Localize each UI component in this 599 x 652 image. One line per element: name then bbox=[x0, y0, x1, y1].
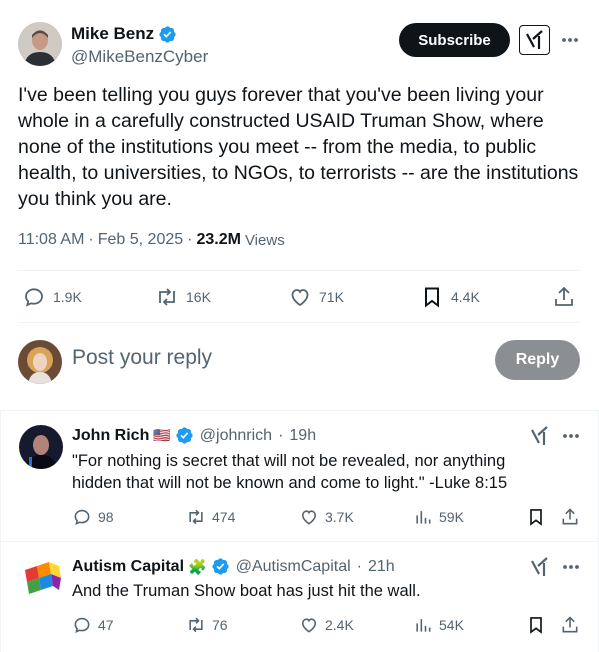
bookmark-icon bbox=[530, 617, 542, 634]
like-count: 3.7K bbox=[325, 509, 354, 525]
repost-icon bbox=[189, 509, 203, 525]
current-user-avatar bbox=[18, 340, 62, 384]
views-icon bbox=[416, 511, 431, 524]
share-action[interactable] bbox=[560, 507, 580, 527]
like-count: 71K bbox=[319, 289, 344, 305]
more-options-button[interactable] bbox=[560, 30, 580, 50]
like-count: 2.4K bbox=[325, 617, 354, 633]
reply-action[interactable]: 1.9K bbox=[22, 285, 82, 309]
reply-count: 1.9K bbox=[53, 289, 82, 305]
meta-separator: · bbox=[278, 426, 284, 444]
like-icon bbox=[301, 510, 317, 525]
bookmark-action[interactable]: 4.4K bbox=[420, 285, 480, 309]
repost-action[interactable]: 76 bbox=[186, 615, 228, 635]
verified-badge-icon bbox=[212, 558, 229, 575]
grok-button[interactable] bbox=[519, 25, 550, 55]
share-action[interactable] bbox=[552, 285, 576, 309]
like-icon bbox=[291, 289, 309, 307]
views-label: Views bbox=[244, 231, 285, 249]
share-icon bbox=[562, 508, 578, 525]
puzzle-emoji: 🧩 bbox=[188, 558, 207, 576]
repost-icon bbox=[159, 288, 175, 306]
tweet-date[interactable]: Feb 5, 2025 bbox=[98, 231, 183, 249]
reply-icon bbox=[74, 509, 90, 526]
author-name-text[interactable]: Mike Benz bbox=[71, 24, 154, 44]
reply-text: And the Truman Show boat has just hit th… bbox=[72, 582, 421, 600]
reply-handle[interactable]: @johnrich bbox=[200, 427, 272, 445]
reply-icon bbox=[25, 288, 43, 307]
reply-author-avatar[interactable] bbox=[19, 556, 63, 600]
bookmark-action[interactable] bbox=[526, 615, 546, 635]
reply-action[interactable]: 47 bbox=[72, 615, 114, 635]
meta-separator: · bbox=[88, 231, 94, 248]
views-action[interactable]: 59K bbox=[413, 507, 464, 527]
reply-author-name[interactable]: Autism Capital bbox=[72, 558, 184, 576]
reply-button[interactable]: Reply bbox=[495, 340, 580, 380]
reply-author-avatar[interactable] bbox=[19, 425, 63, 469]
repost-count: 16K bbox=[186, 289, 211, 305]
like-icon bbox=[301, 618, 317, 633]
repost-count: 474 bbox=[212, 509, 236, 525]
views-count: 54K bbox=[439, 617, 464, 633]
views-icon bbox=[416, 619, 431, 632]
reply-action[interactable]: 98 bbox=[72, 507, 114, 527]
tweet-text: I've been telling you guys forever that … bbox=[18, 84, 579, 210]
reply-text: "For nothing is secret that will not be … bbox=[72, 452, 508, 492]
bookmark-icon bbox=[425, 287, 439, 308]
verified-badge-icon bbox=[176, 427, 193, 444]
grok-icon bbox=[525, 30, 543, 49]
reply-tweet[interactable]: Autism Capital 🧩 @AutismCapital · 21h An… bbox=[0, 541, 599, 652]
subscribe-button[interactable]: Subscribe bbox=[399, 23, 510, 57]
grok-icon bbox=[531, 426, 548, 445]
views-action[interactable]: 54K bbox=[413, 615, 464, 635]
divider bbox=[18, 322, 581, 323]
main-tweet: Mike Benz @MikeBenzCyber Subscribe I've … bbox=[0, 0, 599, 410]
repost-action[interactable]: 16K bbox=[155, 285, 211, 309]
more-options-button[interactable] bbox=[561, 426, 581, 446]
repost-action[interactable]: 474 bbox=[186, 507, 235, 527]
views-count: 23.2M bbox=[196, 231, 241, 248]
views-count: 59K bbox=[439, 509, 464, 525]
grok-icon bbox=[531, 557, 548, 576]
repost-count: 76 bbox=[212, 617, 228, 633]
meta-separator: · bbox=[187, 231, 193, 248]
reply-time[interactable]: 21h bbox=[368, 558, 395, 576]
more-icon bbox=[563, 434, 579, 438]
verified-badge-icon bbox=[159, 25, 176, 43]
flag-emoji: 🇺🇸 bbox=[153, 427, 171, 443]
reply-author[interactable]: Autism Capital 🧩 @AutismCapital · 21h bbox=[72, 557, 395, 576]
share-action[interactable] bbox=[560, 615, 580, 635]
reply-count: 98 bbox=[98, 509, 114, 525]
reply-tweet[interactable]: John Rich 🇺🇸 @johnrich · 19h "For nothin… bbox=[0, 410, 599, 541]
more-icon bbox=[563, 565, 579, 569]
repost-icon bbox=[189, 617, 203, 633]
grok-button[interactable] bbox=[529, 557, 551, 582]
share-icon bbox=[555, 286, 573, 306]
share-icon bbox=[562, 616, 578, 633]
grok-button[interactable] bbox=[529, 426, 551, 451]
reply-author-name[interactable]: John Rich bbox=[72, 427, 149, 445]
reply-icon bbox=[74, 617, 90, 634]
author-avatar[interactable] bbox=[18, 22, 62, 66]
reply-handle[interactable]: @AutismCapital bbox=[236, 558, 351, 576]
reply-author[interactable]: John Rich 🇺🇸 @johnrich · 19h bbox=[72, 426, 316, 445]
more-icon bbox=[562, 38, 578, 42]
reply-time[interactable]: 19h bbox=[289, 427, 316, 445]
divider bbox=[18, 270, 581, 271]
more-options-button[interactable] bbox=[561, 557, 581, 577]
tweet-meta: 11:08 AM · Feb 5, 2025 · 23.2M Views bbox=[18, 231, 285, 249]
reply-input[interactable]: Post your reply bbox=[72, 346, 212, 370]
tweet-time[interactable]: 11:08 AM bbox=[18, 231, 84, 249]
author-name[interactable]: Mike Benz bbox=[71, 24, 177, 44]
meta-separator: · bbox=[356, 557, 362, 575]
bookmark-icon bbox=[530, 509, 542, 526]
like-action[interactable]: 71K bbox=[288, 285, 344, 309]
like-action[interactable]: 2.4K bbox=[299, 615, 354, 635]
bookmark-action[interactable] bbox=[526, 507, 546, 527]
bookmark-count: 4.4K bbox=[451, 289, 480, 305]
author-handle[interactable]: @MikeBenzCyber bbox=[71, 47, 208, 67]
reply-count: 47 bbox=[98, 617, 114, 633]
like-action[interactable]: 3.7K bbox=[299, 507, 354, 527]
